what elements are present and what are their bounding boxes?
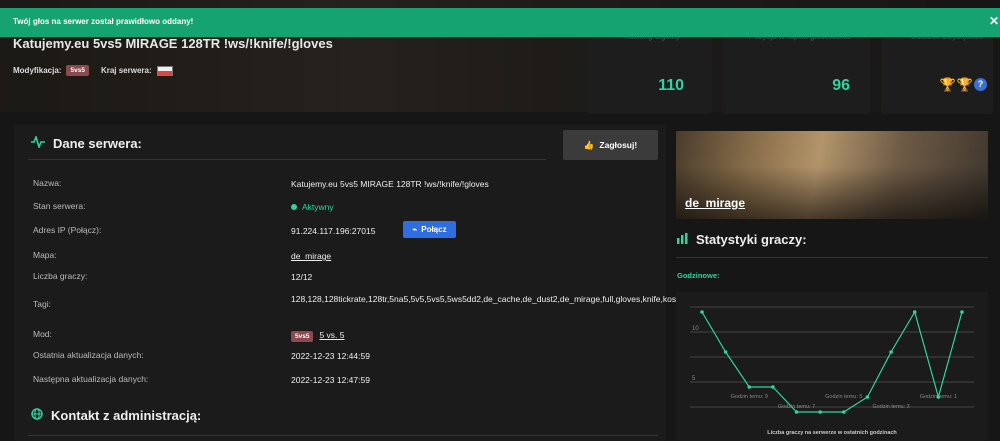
section-divider bbox=[28, 159, 546, 160]
row-label: Stan serwera: bbox=[33, 201, 86, 211]
map-name-link[interactable]: de_mirage bbox=[685, 196, 745, 210]
ranking-value: 110 bbox=[658, 77, 684, 94]
row-label: Ostatnia aktualizacja danych: bbox=[33, 350, 144, 360]
bronze-trophy-icon[interactable]: 🏆 bbox=[957, 78, 973, 92]
modification-label: Modyfikacja: bbox=[13, 66, 62, 75]
toast-message: Twój głos na serwer został prawidłowo od… bbox=[13, 17, 194, 26]
connect-button-label: Połącz bbox=[421, 225, 447, 234]
vote-button-label: Zagłosuj! bbox=[599, 140, 638, 150]
globe-icon bbox=[31, 408, 43, 423]
status-value: Aktywny bbox=[291, 201, 659, 213]
status-dot-icon bbox=[291, 204, 297, 210]
players-value: 12/12 bbox=[291, 272, 313, 282]
silver-trophy-icon[interactable]: 🏆 bbox=[940, 78, 956, 92]
modification-badge[interactable]: 5vs5 bbox=[66, 65, 89, 76]
server-title: Katujemy.eu 5vs5 MIRAGE 128TR !ws/!knife… bbox=[13, 36, 333, 51]
chart-caption: Liczba graczy na serwerze w ostatnich go… bbox=[767, 430, 897, 436]
map-link[interactable]: de_mirage bbox=[291, 251, 331, 261]
help-icon[interactable]: ? bbox=[974, 78, 987, 91]
last-update-value: 2022-12-23 12:44:59 bbox=[291, 351, 370, 361]
awards-card: Ostatnie zwycięstwa 🏆 🏆 ? bbox=[881, 26, 993, 114]
section-divider bbox=[28, 435, 658, 436]
row-label: Mod: bbox=[33, 329, 52, 339]
server-meta: Modyfikacja: 5vs5 Kraj serwera: bbox=[13, 65, 173, 76]
chart-point bbox=[747, 385, 752, 389]
chart-point bbox=[960, 310, 964, 314]
ip-value[interactable]: 91.224.117.196:27015 bbox=[291, 225, 659, 237]
page: Katujemy.eu 5vs5 MIRAGE 128TR !ws/!knife… bbox=[0, 0, 1000, 441]
chart-point bbox=[818, 410, 822, 414]
connect-button[interactable]: ⌁ Połącz bbox=[403, 221, 456, 238]
server-section-header: Dane serwera: bbox=[31, 134, 142, 151]
contact-section-header: Kontakt z administracją: bbox=[31, 408, 201, 423]
player-stats-title: Statystyki graczy: bbox=[696, 232, 807, 247]
map-value: de_mirage bbox=[291, 250, 659, 262]
chart-x-tick-label: Godzin temu: 7 bbox=[778, 404, 815, 410]
contact-section-title: Kontakt z administracją: bbox=[51, 408, 202, 423]
link-icon: ⌁ bbox=[412, 225, 418, 234]
hourly-label: Godzinowe: bbox=[677, 271, 720, 280]
votes-card: Pozycja w toplist głosowania 96 bbox=[722, 26, 870, 114]
chart-point bbox=[723, 350, 728, 354]
chart-x-tick-label: Godzin temu: 1 bbox=[920, 394, 957, 400]
server-name-value: Katujemy.eu 5vs5 MIRAGE 128TR !ws/!knife… bbox=[291, 179, 489, 189]
row-label: Mapa: bbox=[33, 250, 57, 260]
votes-value: 96 bbox=[832, 77, 850, 94]
chart-point bbox=[700, 310, 704, 314]
player-chart-svg: 5 10 Godzin temu: 9 Godzin temu: 7 Godzin te… bbox=[690, 306, 974, 414]
close-icon[interactable]: ✕ bbox=[989, 14, 999, 28]
player-stats-header: Statystyki graczy: bbox=[677, 232, 807, 247]
mod-link[interactable]: 5 vs. 5 bbox=[319, 330, 344, 340]
chart-x-tick-label: Godzin temu: 3 bbox=[872, 404, 909, 410]
success-toast: Twój głos na serwer został prawidłowo od… bbox=[0, 8, 1000, 37]
next-update-value: 2022-12-23 12:47:59 bbox=[291, 375, 370, 385]
vote-button[interactable]: 👍 Zagłosuj! bbox=[563, 130, 658, 160]
chart-x-tick-label: Godzin temu: 5 bbox=[825, 394, 862, 400]
poland-flag-icon bbox=[156, 65, 173, 76]
server-section-title: Dane serwera: bbox=[53, 136, 142, 151]
chart-point bbox=[889, 350, 893, 354]
chart-x-tick-label: Godzin temu: 9 bbox=[731, 394, 768, 400]
chart-point bbox=[865, 395, 870, 399]
chart-y-tick-label: 5 bbox=[692, 376, 696, 382]
chart-point bbox=[794, 410, 799, 414]
server-details-panel: Dane serwera: 👍 Zagłosuj! Nazwa: Katujem… bbox=[14, 125, 781, 441]
player-chart: 5 10 Godzin temu: 9 Godzin temu: 7 Godzin te… bbox=[676, 292, 988, 441]
row-label: Adres IP (Połącz): bbox=[33, 225, 102, 235]
chart-y-tick-label: 10 bbox=[692, 326, 699, 332]
mod-value: 5vs5 5 vs. 5 bbox=[291, 329, 659, 343]
chart-point bbox=[912, 310, 917, 314]
row-label: Liczba graczy: bbox=[33, 271, 88, 281]
tags-value: 128,128,128tickrate,128tr,5na5,5v5,5vs5,… bbox=[291, 294, 781, 304]
mod-badge[interactable]: 5vs5 bbox=[291, 331, 314, 342]
status-text: Aktywny bbox=[302, 202, 334, 212]
country-label: Kraj serwera: bbox=[100, 66, 152, 75]
thumbs-up-icon: 👍 bbox=[583, 139, 595, 150]
ranking-card: Ranking Ogólny 110 bbox=[587, 26, 712, 114]
awards-icons: 🏆 🏆 ? bbox=[940, 78, 987, 92]
chart-point bbox=[842, 410, 846, 414]
bar-chart-icon bbox=[677, 232, 688, 247]
row-label: Tagi: bbox=[33, 299, 51, 309]
section-divider bbox=[676, 257, 988, 258]
map-preview-card[interactable]: de_mirage bbox=[676, 131, 988, 219]
pulse-icon bbox=[31, 134, 45, 151]
row-label: Następna aktualizacja danych: bbox=[33, 374, 149, 384]
chart-point bbox=[771, 385, 775, 389]
row-label: Nazwa: bbox=[33, 178, 62, 188]
